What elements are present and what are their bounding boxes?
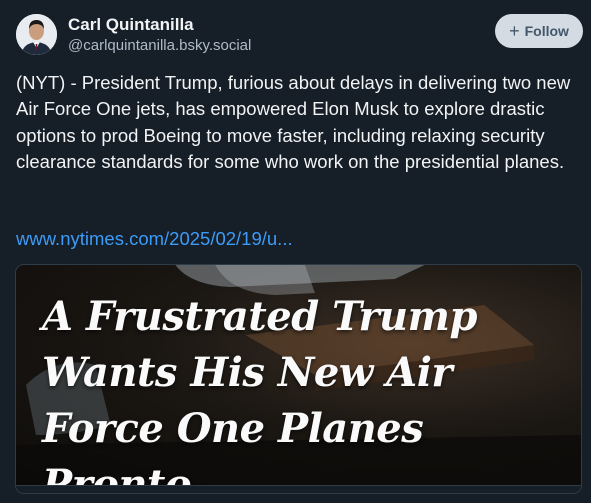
post-container: Carl Quintanilla @carlquintanilla.bsky.s… <box>0 0 591 503</box>
link-preview-card[interactable]: A Frustrated Trump Wants His New Air For… <box>15 264 582 494</box>
avatar[interactable] <box>16 14 57 55</box>
headline-line: Force One Planes Pronto <box>42 405 424 487</box>
author-display-name[interactable]: Carl Quintanilla <box>68 15 194 35</box>
avatar-image <box>16 14 57 55</box>
card-footer <box>16 485 581 493</box>
author-handle[interactable]: @carlquintanilla.bsky.social <box>68 37 251 54</box>
follow-button-label: Follow <box>524 23 569 39</box>
article-headline: A Frustrated Trump Wants His New Air For… <box>42 289 581 487</box>
post-text: (NYT) - President Trump, furious about d… <box>16 72 571 172</box>
post-link[interactable]: www.nytimes.com/2025/02/19/u... <box>16 228 293 250</box>
link-preview-thumbnail: A Frustrated Trump Wants His New Air For… <box>16 265 581 487</box>
headline-line: Wants His New Air <box>42 349 452 396</box>
headline-line: A Frustrated Trump <box>42 293 477 340</box>
follow-button[interactable]: + Follow <box>495 14 583 48</box>
plus-icon: + <box>509 20 520 41</box>
